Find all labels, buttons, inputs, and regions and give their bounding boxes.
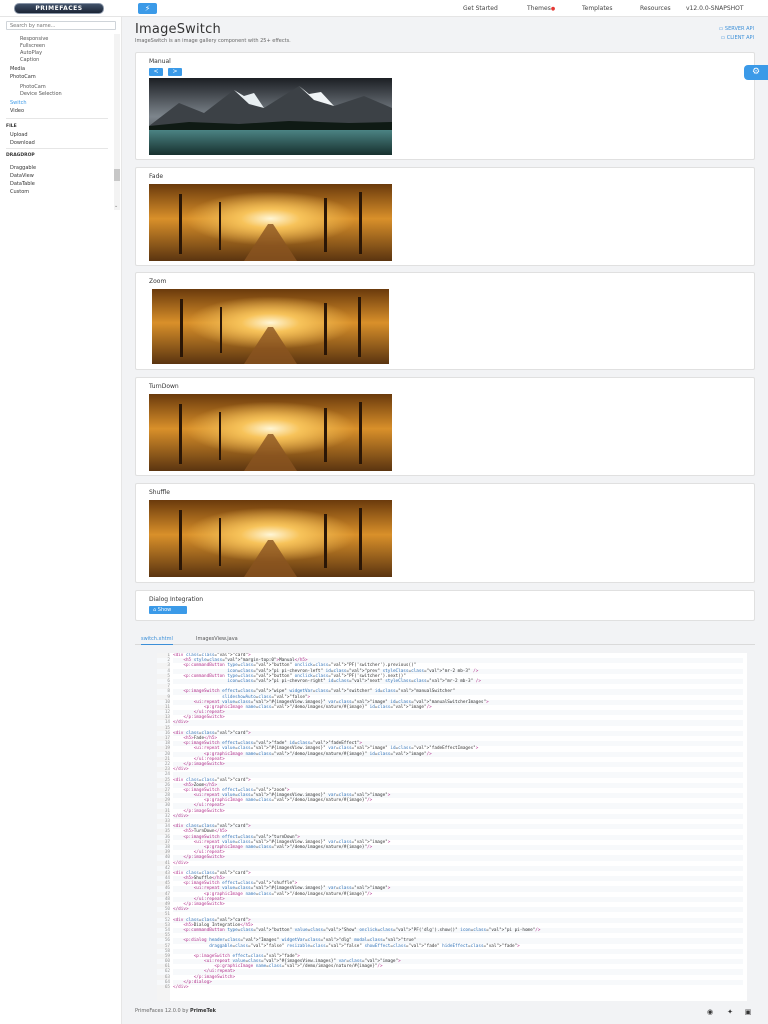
page-title: ImageSwitch [135, 22, 221, 37]
show-dialog-button[interactable]: ⌂ Show [149, 606, 187, 614]
client-api-link[interactable]: ▭ CLIENT API [720, 35, 754, 41]
search-input[interactable] [6, 21, 116, 30]
forum-icon[interactable]: ▣ [744, 1008, 752, 1016]
settings-icon[interactable]: ⚙ [744, 65, 768, 80]
twitter-icon[interactable]: ✦ [726, 1008, 734, 1016]
sidebar-item-custom[interactable]: Custom [10, 189, 29, 195]
sidebar-item-photocam-sub[interactable]: PhotoCam [20, 84, 46, 90]
card-title: Dialog Integration [149, 596, 204, 603]
sidebar-section-dragdrop: DRAGDROP [6, 153, 35, 158]
sidebar-item-device-selection[interactable]: Device Selection [20, 91, 62, 97]
sidebar-item-photocam[interactable]: PhotoCam [10, 74, 36, 80]
sidebar-item-video[interactable]: Video [10, 108, 24, 114]
source-code-viewer[interactable]: 1 2 3 4 5 6 7 8 9 10 11 12 13 14 15 16 17 18 19 20 21 22 23 24 2… [157, 653, 747, 1001]
sidebar-item-datatable[interactable]: DataTable [10, 181, 35, 187]
nav-templates[interactable]: Templates [582, 5, 613, 12]
code-lines: <div class=class="val">"card"> <h5 style… [173, 653, 743, 990]
new-badge-dot: ● [550, 6, 556, 12]
sidebar-item-draggable[interactable]: Draggable [10, 165, 36, 171]
client-api-label: CLIENT API [726, 35, 754, 41]
autumn-forest-image [149, 394, 392, 471]
theme-switch-button[interactable]: ⚡ [138, 3, 157, 14]
autumn-forest-image [149, 500, 392, 577]
card-dialog-integration: Dialog Integration ⌂ Show [135, 590, 755, 621]
source-tabs: switch.xhtml ImagesView.java [135, 633, 755, 645]
chevron-down-icon[interactable]: ⌄ [114, 203, 118, 209]
code-line: </div> [173, 985, 189, 990]
nav-themes[interactable]: Themes● [527, 5, 555, 12]
card-title: Shuffle [149, 489, 170, 496]
server-api-link[interactable]: ▭ SERVER API [719, 26, 754, 32]
card-zoom: Zoom [135, 272, 755, 370]
sidebar-item-upload[interactable]: Upload [10, 132, 28, 138]
sidebar: Responsive Fullscreen AutoPlay Caption M… [0, 17, 122, 1024]
sidebar-item-fullscreen[interactable]: Fullscreen [20, 43, 45, 49]
footer: PrimeFaces 12.0.0 by PrimeTek [135, 1008, 216, 1014]
tab-imagesview-java[interactable]: ImagesView.java [196, 636, 238, 642]
sidebar-divider [6, 118, 108, 119]
sidebar-item-media[interactable]: Media [10, 66, 25, 72]
sidebar-item-dataview[interactable]: DataView [10, 173, 34, 179]
next-button[interactable]: > [168, 68, 182, 76]
server-api-label: SERVER API [724, 26, 754, 32]
sidebar-item-download[interactable]: Download [10, 140, 35, 146]
footer-brand[interactable]: PrimeTek [190, 1008, 216, 1014]
mountain-lake-image [149, 78, 392, 155]
line-number: 65 [164, 985, 170, 990]
prev-button[interactable]: < [149, 68, 163, 76]
nav-themes-label: Themes [527, 5, 551, 12]
footer-text: PrimeFaces 12.0.0 by [135, 1008, 189, 1014]
card-fade: Fade [135, 167, 755, 266]
nav-get-started[interactable]: Get Started [463, 5, 498, 12]
card-title: Fade [149, 173, 164, 180]
sidebar-section-file: FILE [6, 124, 17, 129]
sidebar-scrollbar-thumb[interactable] [114, 169, 120, 181]
primefaces-logo[interactable]: PRIMEFACES [14, 3, 104, 14]
show-dialog-label: Show [157, 607, 172, 613]
sidebar-item-switch[interactable]: Switch [10, 100, 27, 106]
card-title: TurnDown [149, 383, 179, 390]
card-title: Zoom [149, 278, 167, 285]
card-manual: Manual < > [135, 52, 755, 160]
github-icon[interactable]: ◉ [706, 1008, 714, 1016]
card-title: Manual [149, 58, 171, 65]
sidebar-item-caption[interactable]: Caption [20, 57, 39, 63]
sidebar-divider [6, 148, 108, 149]
autumn-forest-image [152, 289, 389, 364]
top-bar: PRIMEFACES ⚡ Get Started Themes● Templat… [0, 0, 768, 17]
line-numbers: 1 2 3 4 5 6 7 8 9 10 11 12 13 14 15 16 17 18 19 20 21 22 23 24 2… [157, 653, 170, 1001]
autumn-forest-image [149, 184, 392, 261]
page-subtitle: ImageSwitch is an image gallery componen… [135, 38, 291, 44]
sidebar-item-autoplay[interactable]: AutoPlay [20, 50, 42, 56]
version-selector[interactable]: v12.0.0-SNAPSHOT [686, 5, 744, 12]
card-turndown: TurnDown [135, 377, 755, 476]
sidebar-scrollbar[interactable] [114, 34, 120, 210]
card-shuffle: Shuffle [135, 483, 755, 583]
tab-switch-xhtml[interactable]: switch.xhtml [141, 636, 173, 645]
nav-resources[interactable]: Resources [640, 5, 671, 12]
sidebar-item-responsive[interactable]: Responsive [20, 36, 48, 42]
